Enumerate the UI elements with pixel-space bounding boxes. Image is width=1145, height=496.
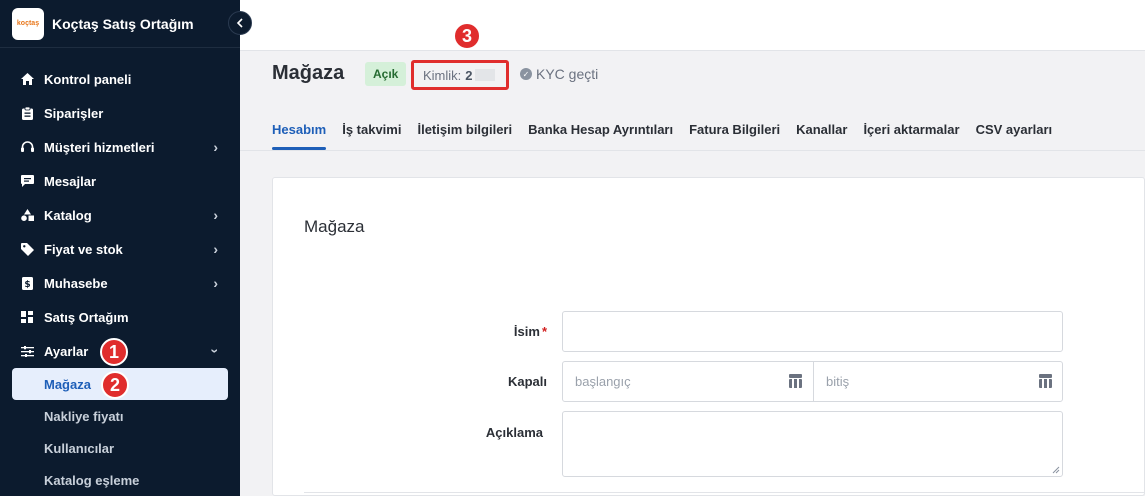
calendar-icon[interactable] (789, 374, 802, 388)
sidebar-item-label: Satış Ortağım (44, 309, 129, 325)
sidebar-item-label: Katalog (44, 207, 92, 223)
brand-title: Koçtaş Satış Ortağım (52, 15, 194, 32)
tab-iceri-aktarmalar[interactable]: İçeri aktarmalar (863, 122, 959, 150)
tab-hesabim[interactable]: Hesabım (272, 122, 327, 150)
tab-kanallar[interactable]: Kanallar (796, 122, 847, 150)
start-date-placeholder: başlangıç (575, 374, 631, 389)
description-label: Açıklama (485, 425, 543, 440)
form-divider (304, 492, 1145, 493)
sidebar-item-label: Ayarlar (44, 343, 89, 359)
sidebar-item-kontrol-paneli[interactable]: Kontrol paneli (0, 62, 240, 96)
sidebar-subitem-kullanicilar[interactable]: Kullanıcılar (0, 432, 240, 464)
collapse-sidebar-button[interactable] (228, 11, 252, 35)
sidebar-nav: Kontrol paneli Siparişler Müşteri hizmet… (0, 62, 240, 496)
tabs-divider (240, 150, 1145, 151)
sidebar-item-label: Siparişler (44, 105, 104, 121)
closed-label: Kapalı (507, 374, 547, 389)
sidebar-item-label: Mesajlar (44, 173, 97, 189)
sidebar-item-label: Müşteri hizmetleri (44, 139, 155, 155)
check-circle-icon: ✓ (520, 68, 532, 80)
grid-icon (20, 310, 34, 324)
chevron-right-icon: › (213, 275, 218, 291)
end-date-placeholder: bitiş (826, 374, 850, 389)
sidebar-item-siparisler[interactable]: Siparişler (0, 96, 240, 130)
closed-date-range: başlangıç bitiş (562, 361, 1063, 402)
name-input[interactable] (562, 311, 1063, 352)
svg-text:$: $ (24, 280, 30, 290)
headset-icon (20, 140, 34, 154)
tab-banka-hesap-ayrintilari[interactable]: Banka Hesap Ayrıntıları (528, 122, 673, 150)
tag-icon (20, 242, 34, 256)
tab-csv-ayarlari[interactable]: CSV ayarları (976, 122, 1053, 150)
message-icon (20, 174, 34, 188)
store-id-value: 2 (465, 67, 473, 83)
sidebar-subitem-nakliye-fiyati[interactable]: Nakliye fiyatı (0, 400, 240, 432)
chevron-right-icon: › (213, 207, 218, 223)
invoice-icon: $ (20, 276, 34, 290)
chevron-down-icon: › (207, 348, 224, 354)
shapes-icon (20, 208, 34, 222)
sidebar-item-musteri-hizmetleri[interactable]: Müşteri hizmetleri › (0, 130, 240, 164)
kyc-status: ✓ KYC geçti (520, 66, 598, 82)
store-id-highlight: Kimlik: 2 (411, 60, 509, 90)
resize-handle-icon[interactable] (1052, 466, 1060, 474)
name-label-text: İsim (513, 324, 540, 339)
sidebar: koçtaş Koçtaş Satış Ortağım Kontrol pane… (0, 0, 240, 496)
redacted-block (474, 69, 495, 81)
chevron-right-icon: › (213, 139, 218, 155)
tabs: Hesabım İş takvimi İletişim bilgileri Ba… (272, 122, 1068, 150)
page-title: Mağaza (272, 62, 345, 84)
sidebar-item-label: Fiyat ve stok (44, 241, 123, 257)
step-marker-1: 1 (100, 338, 128, 366)
sidebar-subitem-katalog-esleme[interactable]: Katalog eşleme (0, 464, 240, 496)
sidebar-item-mesajlar[interactable]: Mesajlar (0, 164, 240, 198)
start-date-input[interactable]: başlangıç (563, 362, 813, 401)
top-bar (240, 0, 1145, 51)
brand: koçtaş Koçtaş Satış Ortağım (0, 0, 240, 48)
clipboard-icon (20, 106, 34, 120)
step-marker-3: 3 (453, 22, 481, 50)
store-id-label: Kimlik: (423, 67, 462, 83)
sidebar-item-muhasebe[interactable]: $ Muhasebe › (0, 266, 240, 300)
tab-is-takvimi[interactable]: İş takvimi (342, 122, 401, 150)
required-mark: * (541, 324, 547, 339)
section-title: Mağaza (304, 217, 365, 236)
sidebar-item-label: Kontrol paneli (44, 71, 132, 87)
name-label: İsim * (470, 324, 547, 339)
sliders-icon (20, 344, 34, 358)
end-date-input[interactable]: bitiş (814, 362, 1063, 401)
tab-fatura-bilgileri[interactable]: Fatura Bilgileri (689, 122, 780, 150)
sidebar-item-satis-ortagim[interactable]: Satış Ortağım (0, 300, 240, 334)
home-icon (20, 72, 34, 86)
sidebar-item-fiyat-ve-stok[interactable]: Fiyat ve stok › (0, 232, 240, 266)
sidebar-item-katalog[interactable]: Katalog › (0, 198, 240, 232)
tab-iletisim-bilgileri[interactable]: İletişim bilgileri (417, 122, 512, 150)
chevron-left-icon (236, 18, 243, 28)
calendar-icon[interactable] (1039, 374, 1052, 388)
chevron-right-icon: › (213, 241, 218, 257)
step-marker-2: 2 (101, 371, 129, 399)
status-badge: Açık (365, 62, 407, 86)
kyc-status-label: KYC geçti (536, 66, 599, 82)
sidebar-item-label: Muhasebe (44, 275, 108, 291)
brand-logo[interactable]: koçtaş (12, 7, 44, 40)
description-textarea[interactable] (562, 411, 1063, 477)
